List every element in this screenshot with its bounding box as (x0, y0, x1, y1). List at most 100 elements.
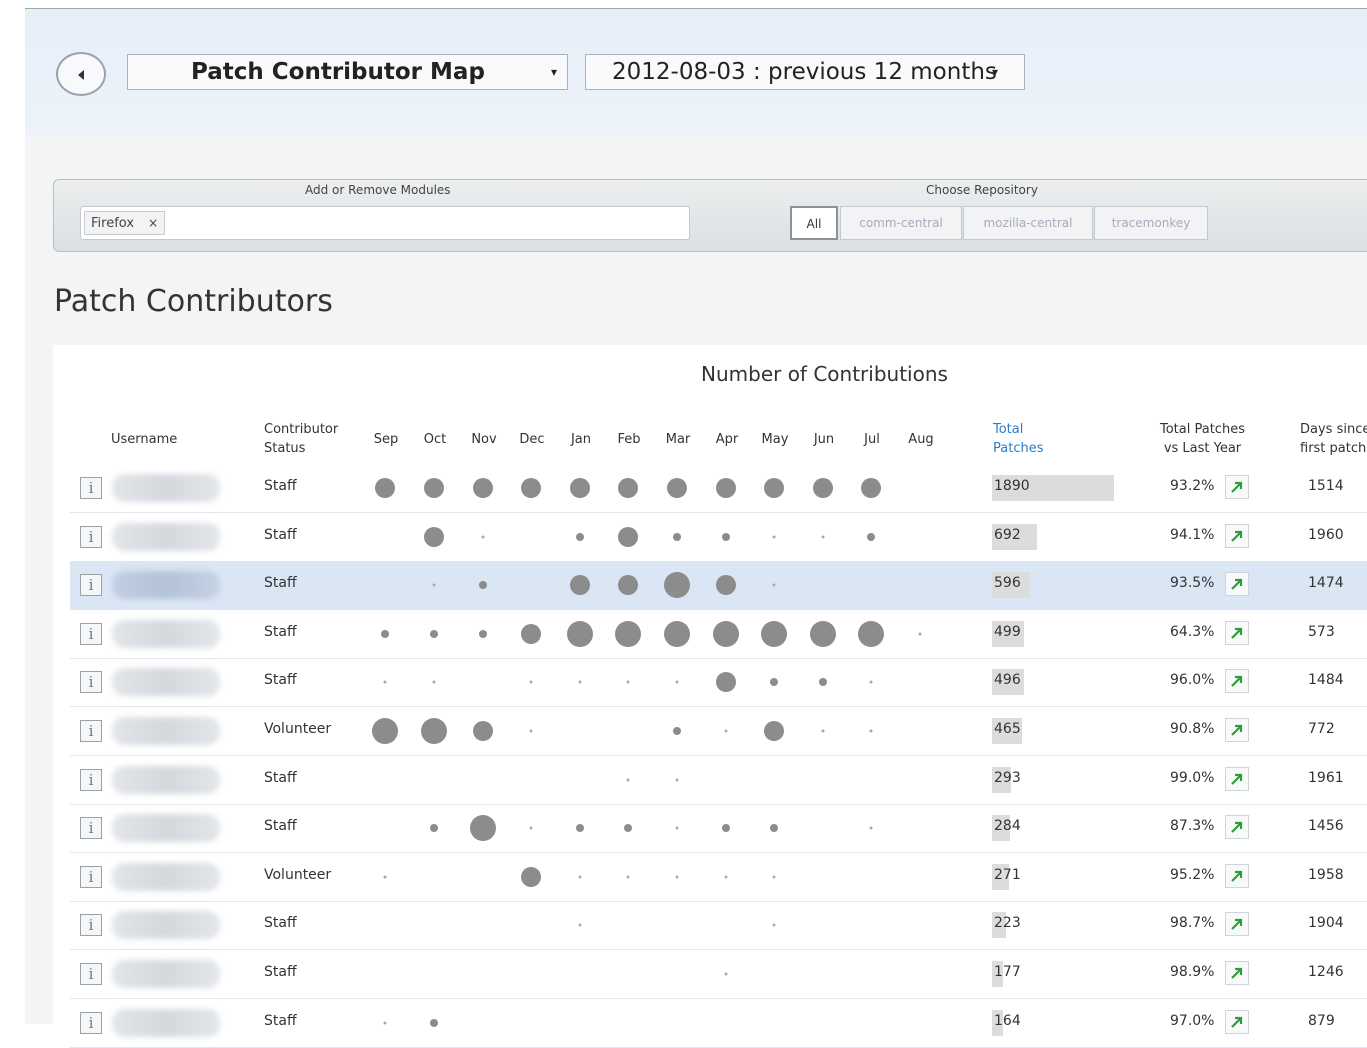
contribution-dot-may[interactable] (770, 824, 778, 833)
contribution-dot-jan[interactable] (570, 575, 590, 596)
module-chip[interactable]: Firefox × (84, 211, 166, 235)
contribution-dot-mar[interactable] (675, 778, 679, 782)
contribution-dot-apr[interactable] (716, 672, 736, 693)
contribution-dot-mar[interactable] (675, 875, 679, 879)
contribution-dot-apr[interactable] (724, 729, 728, 733)
report-select[interactable]: Patch Contributor Map ▾ (127, 54, 568, 90)
contribution-dot-jul[interactable] (861, 478, 881, 498)
contribution-dot-oct[interactable] (432, 583, 436, 587)
contribution-dot-jul[interactable] (869, 826, 873, 830)
contribution-dot-oct[interactable] (424, 478, 444, 498)
contribution-dot-apr[interactable] (716, 575, 736, 596)
contribution-dot-jul[interactable] (869, 729, 873, 733)
table-row[interactable]: i Staff 692 94.1% 1960 (70, 513, 1367, 562)
contribution-dot-jul[interactable] (867, 532, 875, 541)
contribution-dot-jul[interactable] (858, 620, 884, 647)
contribution-dot-jun[interactable] (819, 678, 827, 687)
contribution-dot-apr[interactable] (722, 532, 730, 541)
table-row[interactable]: i Staff 223 98.7% 1904 (70, 901, 1367, 951)
contribution-dot-may[interactable] (772, 875, 776, 879)
contribution-dot-jun[interactable] (810, 620, 836, 647)
contribution-dot-jan[interactable] (578, 680, 582, 684)
contribution-dot-mar[interactable] (675, 826, 679, 830)
table-row[interactable]: i Volunteer 465 90.8% 772 (70, 707, 1367, 756)
contribution-dot-feb[interactable] (626, 778, 630, 782)
remove-chip-icon[interactable]: × (148, 216, 158, 230)
contribution-dot-sep[interactable] (381, 629, 389, 638)
header-username[interactable]: Username (111, 430, 177, 449)
contribution-dot-jan[interactable] (576, 824, 584, 833)
contribution-dot-jun[interactable] (813, 478, 833, 498)
contribution-dot-nov[interactable] (473, 478, 493, 498)
contribution-dot-mar[interactable] (673, 532, 681, 541)
module-input[interactable]: Firefox × (80, 206, 690, 240)
repo-button-comm-central[interactable]: comm-central (840, 206, 962, 240)
contribution-dot-feb[interactable] (618, 575, 638, 596)
table-row[interactable]: i Staff 1890 93.2% 1514 (70, 464, 1367, 513)
contribution-dot-sep[interactable] (372, 718, 398, 744)
contribution-dot-may[interactable] (770, 678, 778, 687)
contribution-dot-feb[interactable] (624, 824, 632, 833)
table-row[interactable]: i Staff 596 93.5% 1474 (70, 561, 1367, 611)
contribution-dot-mar[interactable] (664, 572, 690, 599)
repo-button-all[interactable]: All (790, 206, 838, 240)
contribution-dot-jun[interactable] (821, 729, 825, 733)
contribution-dot-jul[interactable] (869, 680, 873, 684)
trend-up-icon[interactable] (1225, 912, 1249, 937)
repo-button-tracemonkey[interactable]: tracemonkey (1094, 206, 1208, 240)
table-row[interactable]: i Staff 284 87.3% 1456 (70, 804, 1367, 854)
header-days-since[interactable]: Days since first patch (1300, 420, 1367, 458)
contribution-dot-dec[interactable] (529, 826, 533, 830)
contribution-dot-dec[interactable] (521, 623, 541, 644)
trend-up-icon[interactable] (1225, 523, 1249, 548)
table-row[interactable]: i Staff 496 96.0% 1484 (70, 658, 1367, 708)
trend-up-icon[interactable] (1225, 718, 1249, 742)
header-status[interactable]: Contributor Status (264, 420, 338, 458)
back-button[interactable] (56, 52, 106, 96)
repo-button-mozilla-central[interactable]: mozilla-central (963, 206, 1093, 240)
contribution-dot-may[interactable] (764, 721, 784, 741)
contribution-dot-may[interactable] (772, 583, 776, 587)
contribution-dot-feb[interactable] (626, 875, 630, 879)
contribution-dot-sep[interactable] (383, 680, 387, 684)
header-vs-last-year[interactable]: Total Patches vs Last Year (1160, 420, 1245, 458)
table-row[interactable]: i Staff 177 98.9% 1246 (70, 950, 1367, 999)
contribution-dot-oct[interactable] (424, 526, 444, 547)
contribution-dot-nov[interactable] (481, 535, 485, 539)
contribution-dot-oct[interactable] (430, 824, 438, 833)
contribution-dot-may[interactable] (772, 535, 776, 539)
contribution-dot-feb[interactable] (618, 478, 638, 498)
trend-up-icon[interactable] (1225, 620, 1249, 645)
contribution-dot-mar[interactable] (673, 727, 681, 735)
contribution-dot-oct[interactable] (430, 1018, 438, 1027)
contribution-dot-dec[interactable] (521, 866, 541, 887)
contribution-dot-aug[interactable] (918, 632, 922, 636)
contribution-dot-apr[interactable] (722, 824, 730, 833)
table-row[interactable]: i Volunteer 271 95.2% 1958 (70, 853, 1367, 902)
contribution-dot-nov[interactable] (473, 721, 493, 741)
contribution-dot-feb[interactable] (618, 526, 638, 547)
contribution-dot-oct[interactable] (432, 680, 436, 684)
trend-up-icon[interactable] (1225, 572, 1249, 597)
trend-up-icon[interactable] (1225, 475, 1249, 499)
contribution-dot-feb[interactable] (615, 620, 641, 647)
trend-up-icon[interactable] (1225, 863, 1249, 888)
contribution-dot-dec[interactable] (529, 729, 533, 733)
contribution-dot-apr[interactable] (713, 620, 739, 647)
contribution-dot-jun[interactable] (821, 535, 825, 539)
contribution-dot-jan[interactable] (576, 532, 584, 541)
contribution-dot-nov[interactable] (479, 629, 487, 638)
contribution-dot-dec[interactable] (521, 478, 541, 498)
contribution-dot-apr[interactable] (724, 972, 728, 976)
contribution-dot-may[interactable] (761, 620, 787, 647)
contribution-dot-mar[interactable] (667, 478, 687, 498)
contribution-dot-jan[interactable] (578, 875, 582, 879)
contribution-dot-nov[interactable] (479, 581, 487, 590)
trend-up-icon[interactable] (1225, 1009, 1249, 1034)
table-row[interactable]: i Staff 499 64.3% 573 (70, 610, 1367, 659)
contribution-dot-sep[interactable] (383, 875, 387, 879)
contribution-dot-may[interactable] (764, 478, 784, 498)
contribution-dot-jan[interactable] (578, 923, 582, 927)
contribution-dot-may[interactable] (772, 923, 776, 927)
contribution-dot-jan[interactable] (567, 620, 593, 647)
